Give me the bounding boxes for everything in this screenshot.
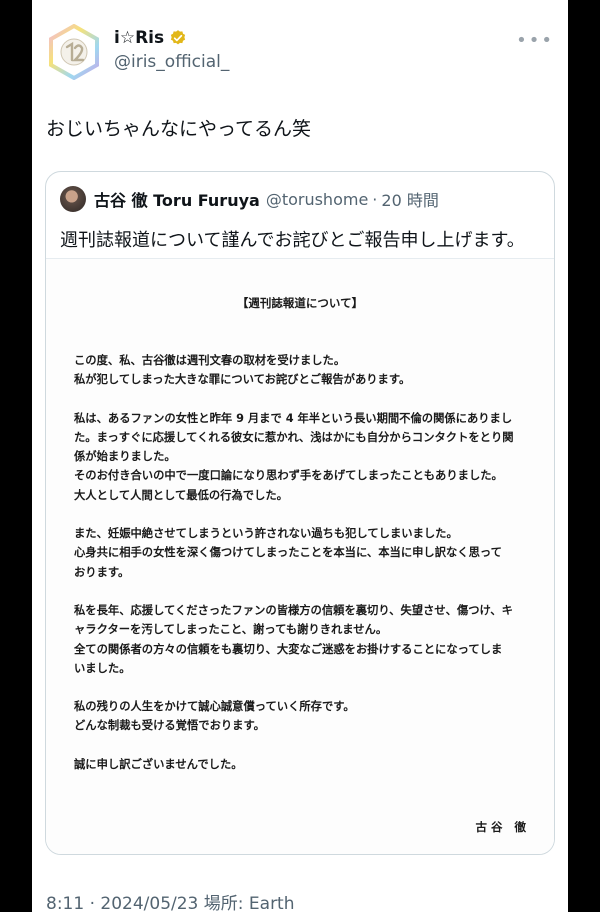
- statement-paragraph-gap: [74, 736, 534, 755]
- account-handle[interactable]: @iris_official_: [114, 52, 229, 72]
- statement-image[interactable]: 【週刊誌報道について】 この度、私、古谷徹は週刊文春の取材を受けました。私が犯し…: [46, 258, 554, 854]
- statement-signature: 古谷 徹: [475, 820, 530, 834]
- statement-line: どんな制裁も受ける覚悟でおります。: [74, 719, 265, 733]
- quoted-author-avatar[interactable]: [60, 186, 86, 212]
- statement-line: 私は、あるファンの女性と昨年 9 月まで 4 年半という長い期間不倫の関係にあり…: [74, 411, 513, 425]
- tweet-text: おじいちゃんなにやってるん笑: [46, 118, 312, 140]
- statement-line: そのお付き合いの中で一度口論になり思わず手をあげてしまったこともありました。: [74, 469, 503, 483]
- more-options-icon[interactable]: •••: [516, 30, 554, 51]
- display-name[interactable]: i☆Ris: [114, 28, 164, 48]
- statement-line: おります。: [74, 565, 130, 579]
- statement-line: ャラクターを汚してしまったこと、謝っても謝りきれません。: [74, 623, 388, 637]
- verified-badge-icon: [170, 30, 186, 45]
- display-name-row[interactable]: i☆Ris: [114, 28, 187, 48]
- statement-paragraph-gap: [74, 582, 534, 601]
- statement-paragraph-gap: [74, 678, 534, 697]
- quoted-tweet-header: 古谷 徹 Toru Furuya @torushome · 20 時間: [60, 186, 439, 212]
- statement-line: 私が犯してしまった大きな罪についてお詫びとご報告があります。: [74, 373, 411, 387]
- quoted-author-handle[interactable]: @torushome: [266, 190, 368, 209]
- statement-title: 【週刊誌報道について】: [236, 296, 364, 310]
- statement-line: た。まっすぐに応援してくれる彼女に惹かれ、浅はかにも自分からコンタクトをとり関: [74, 430, 514, 444]
- statement-body: この度、私、古谷徹は週刊文春の取材を受けました。私が犯してしまった大きな罪につい…: [74, 351, 534, 774]
- statement-line: 私を長年、応援してくださったファンの皆様方の信頼を裏切り、失望させ、傷つけ、キ: [74, 603, 513, 617]
- statement-paragraph-gap: [74, 505, 534, 524]
- account-avatar[interactable]: [46, 24, 102, 80]
- statement-line: 全ての関係者の方々の信頼をも裏切り、大変なご迷惑をお掛けすることになってしま: [74, 642, 503, 656]
- statement-line: いました。: [74, 661, 131, 675]
- statement-line: 係が始まりました。: [74, 450, 176, 464]
- statement-line: 心身共に相手の女性を深く傷つけてしまったことを本当に、本当に申し訳なく思って: [74, 546, 502, 560]
- statement-paragraph-gap: [74, 390, 534, 409]
- quoted-separator: ·: [372, 189, 378, 209]
- quoted-tweet-card[interactable]: 古谷 徹 Toru Furuya @torushome · 20 時間 週刊誌報…: [45, 171, 555, 855]
- statement-line: また、妊娠中絶させてしまうという許されない過ちも犯してしまいました。: [74, 527, 458, 541]
- tweet-timestamp-location[interactable]: 8:11 · 2024/05/23 場所: Earth: [46, 889, 295, 912]
- statement-line: 誠に申し訳ございませんでした。: [74, 757, 243, 771]
- statement-line: この度、私、古谷徹は週刊文春の取材を受けました。: [74, 354, 346, 367]
- quoted-timestamp[interactable]: 20 時間: [381, 187, 438, 211]
- quoted-author-name[interactable]: 古谷 徹 Toru Furuya: [94, 187, 260, 211]
- statement-line: 大人として人間として最低の行為でした。: [74, 488, 288, 502]
- quoted-tweet-text: 週刊誌報道について謹んでお詫びとご報告申し上げます。: [60, 230, 525, 251]
- tweet-detail: i☆Ris @iris_official_ ••• おじいちゃんなにやってるん笑…: [32, 0, 568, 912]
- statement-line: 私の残りの人生をかけて誠心誠意償っていく所存です。: [74, 700, 355, 714]
